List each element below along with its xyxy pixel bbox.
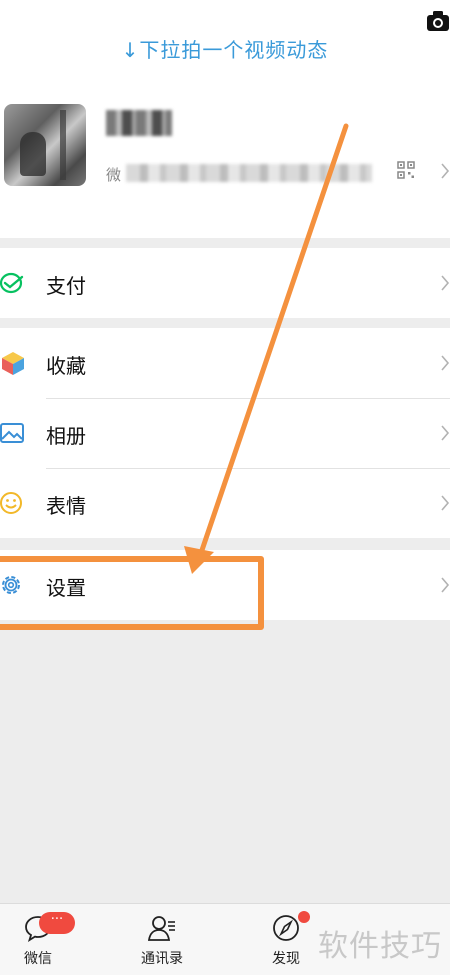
annotation-highlight-box [0, 556, 264, 630]
pull-down-hint: ↓下拉拍一个视频动态 [121, 38, 329, 62]
discover-dot-badge [298, 911, 310, 923]
wechat-id-redacted [126, 164, 372, 182]
menu-label-album: 相册 [46, 424, 86, 448]
avatar-detail [60, 110, 66, 180]
unread-badge: ··· [39, 912, 75, 934]
menu-item-album[interactable]: 相册 [0, 398, 450, 468]
chevron-right-icon [441, 425, 450, 441]
qr-code-icon[interactable] [397, 161, 415, 179]
menu-label-pay: 支付 [46, 274, 86, 298]
tab-label-contacts: 通讯录 [141, 951, 183, 967]
tab-contacts[interactable]: 通讯录 [117, 904, 207, 975]
avatar-figure [20, 132, 46, 176]
camera-icon[interactable] [425, 8, 450, 34]
chevron-right-icon [441, 355, 450, 371]
nickname [106, 110, 172, 136]
menu-item-stickers[interactable]: 表情 [0, 468, 450, 538]
profile-header: ↓下拉拍一个视频动态 微 [0, 0, 450, 238]
menu-group-media: 收藏 相册 表情 [0, 328, 450, 538]
chevron-right-icon [441, 577, 450, 593]
cube-icon [2, 352, 24, 375]
watermark: 软件技巧 [318, 929, 442, 964]
menu-label-favorites: 收藏 [46, 354, 86, 378]
image-icon [0, 423, 24, 443]
contacts-icon [148, 916, 175, 941]
menu-item-favorites[interactable]: 收藏 [0, 328, 450, 398]
chevron-right-icon [441, 163, 450, 179]
menu-item-pay[interactable]: 支付 [0, 248, 450, 318]
compass-icon [273, 915, 299, 941]
pay-icon [0, 272, 24, 294]
avatar[interactable] [4, 104, 86, 186]
menu-label-stickers: 表情 [46, 494, 86, 518]
wechat-id-label: 微 [106, 166, 122, 184]
tab-label-chats: 微信 [24, 951, 52, 967]
tab-chats[interactable]: ··· 微信 [0, 904, 83, 975]
menu-group-pay: 支付 [0, 248, 450, 318]
smiley-icon [0, 492, 22, 514]
chevron-right-icon [441, 495, 450, 511]
chevron-right-icon [441, 275, 450, 291]
